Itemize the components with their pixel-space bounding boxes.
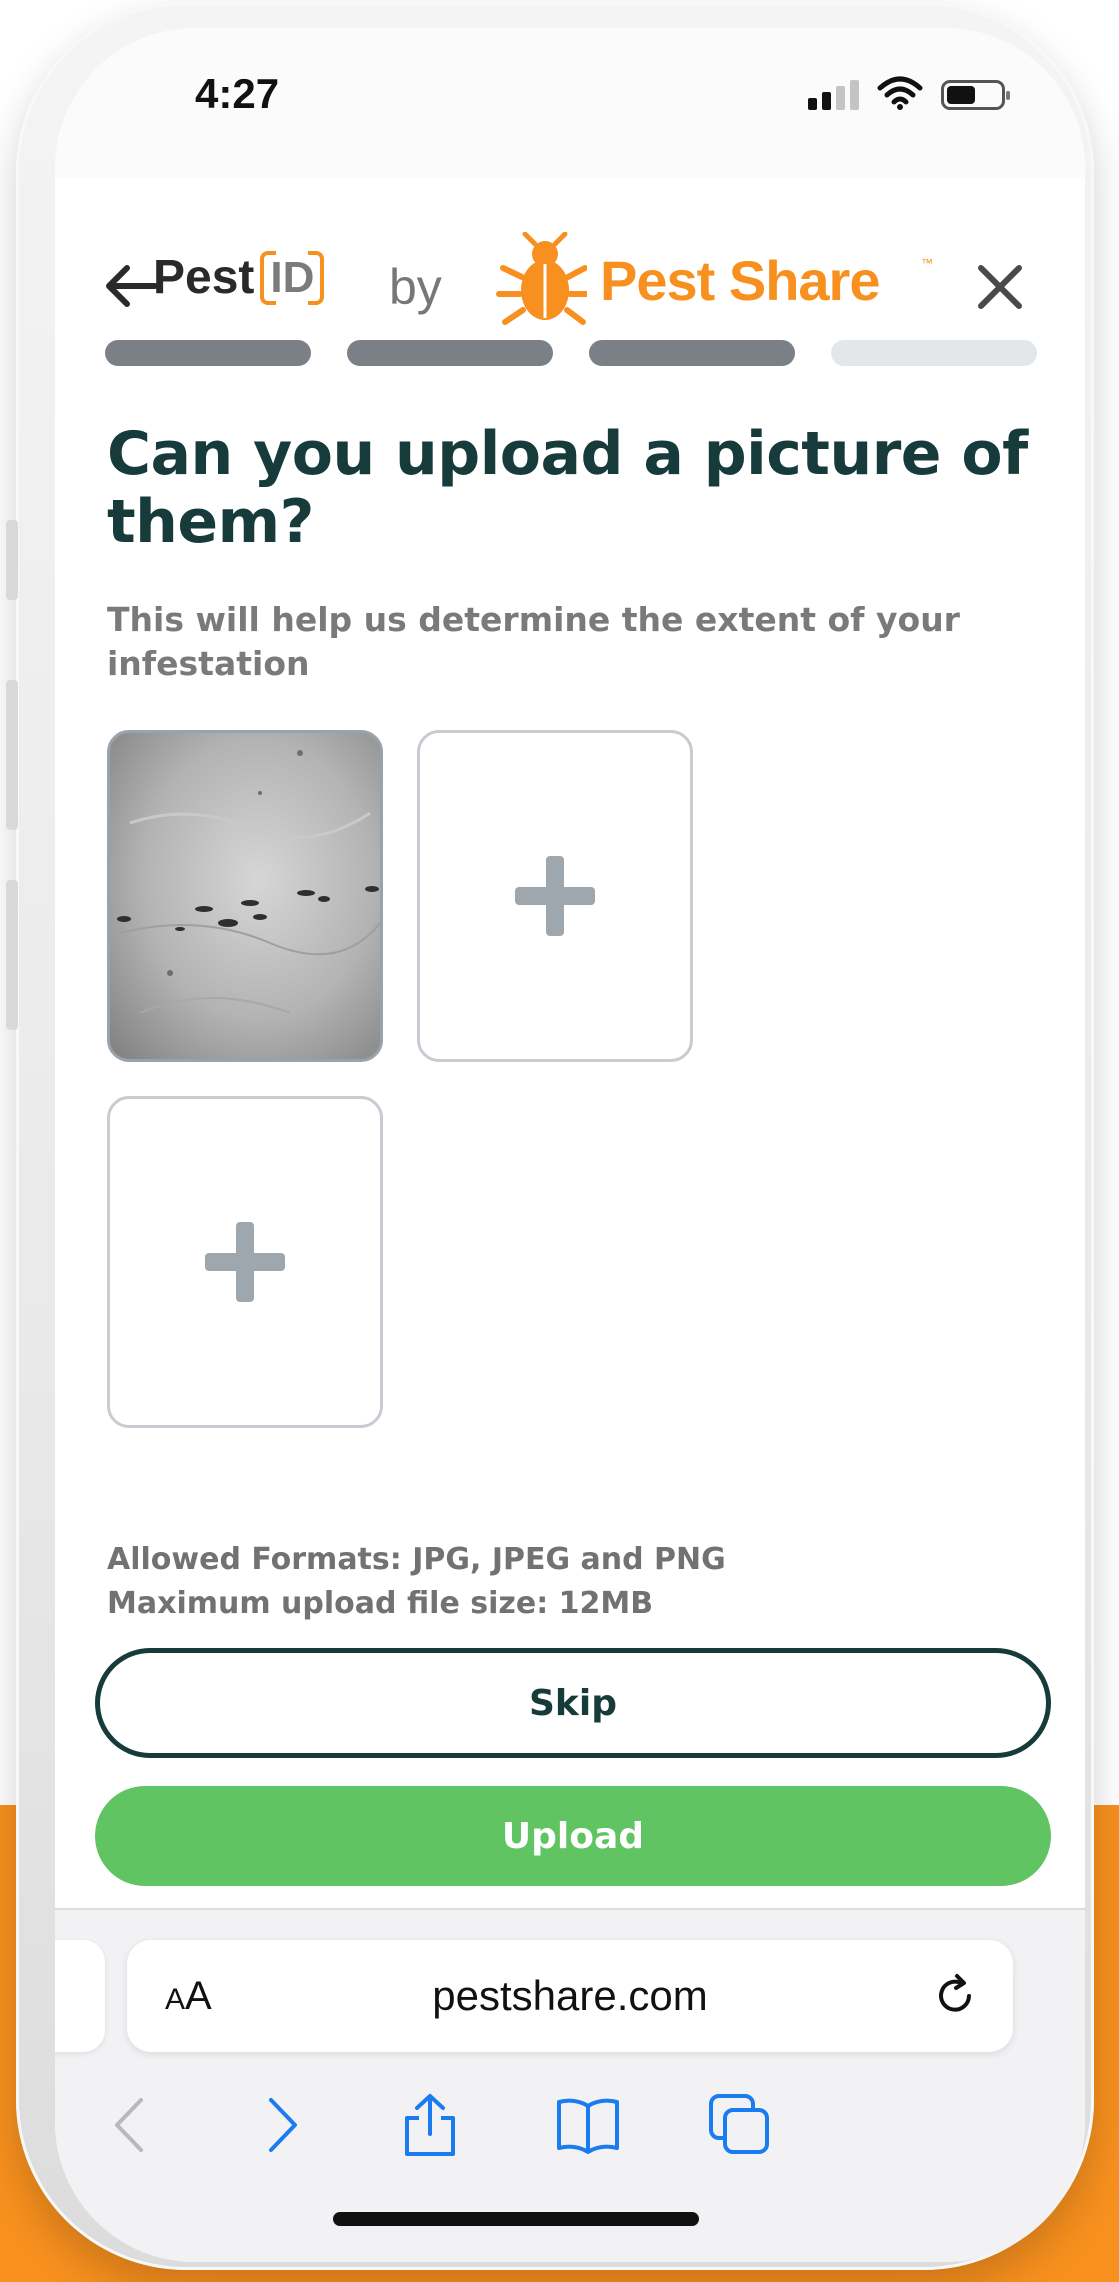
arrow-left-icon[interactable] [103,258,159,314]
browser-nav-row [55,2090,1085,2190]
phone-side-button [6,880,18,1030]
upload-button[interactable]: Upload [95,1786,1051,1886]
upload-requirements: Allowed Formats: JPG, JPEG and PNG Maxim… [107,1538,1007,1626]
home-indicator[interactable] [333,2212,699,2226]
partner-brand-name: Pest Share [600,249,880,312]
forward-chevron-icon[interactable] [247,2090,317,2160]
app-header: Pest ID by Pest Share ™ [55,178,1085,358]
previous-tab-preview[interactable] [55,1940,105,2052]
question-subtitle: This will help us determine the extent o… [107,600,960,683]
max-size-text: Maximum upload file size: 12MB [107,1586,654,1621]
pestid-logo-id: ID [260,250,325,305]
progress-step-4 [831,340,1037,366]
pestid-logo-word: Pest [153,251,255,304]
url-text: pestshare.com [432,1972,708,2019]
book-icon[interactable] [553,2090,623,2160]
status-icons [808,76,1010,110]
add-photo-slot-2[interactable] [417,730,693,1062]
battery-icon [941,80,1010,110]
share-icon[interactable] [395,2090,465,2160]
trademark-mark: ™ [921,256,933,270]
status-time: 4:27 [195,70,280,117]
question-title: Can you upload a picture of them? [107,419,1028,557]
address-bar[interactable]: AA pestshare.com [127,1940,1013,2052]
uploaded-photo-image [117,750,380,1014]
back-chevron-icon[interactable] [95,2090,165,2160]
phone-side-button [6,520,18,600]
browser-toolbar: AA pestshare.com [55,1908,1085,2262]
by-label: by [389,259,442,315]
phone-screen: 4:27 Pest ID by Pest Share ™ Can you upl… [55,28,1085,2262]
reload-icon[interactable] [931,1972,979,2020]
phone-side-button [6,680,18,830]
wifi-icon [877,76,923,110]
tabs-icon[interactable] [705,2090,775,2160]
bug-logo-icon [496,232,587,325]
pestid-logo: Pest ID [153,250,325,305]
cellular-signal-icon [808,80,859,110]
status-bar: 4:27 [55,28,1085,178]
uploaded-photo-thumbnail[interactable] [107,730,383,1062]
skip-button[interactable]: Skip [95,1648,1051,1758]
progress-step-1 [105,340,311,366]
plus-icon [205,1222,285,1302]
add-photo-slot-3[interactable] [107,1096,383,1428]
close-icon[interactable] [973,260,1027,314]
allowed-formats-text: Allowed Formats: JPG, JPEG and PNG [107,1542,726,1577]
progress-step-2 [347,340,553,366]
plus-icon [515,856,595,936]
step-progress-bar [105,340,1037,366]
progress-step-3 [589,340,795,366]
